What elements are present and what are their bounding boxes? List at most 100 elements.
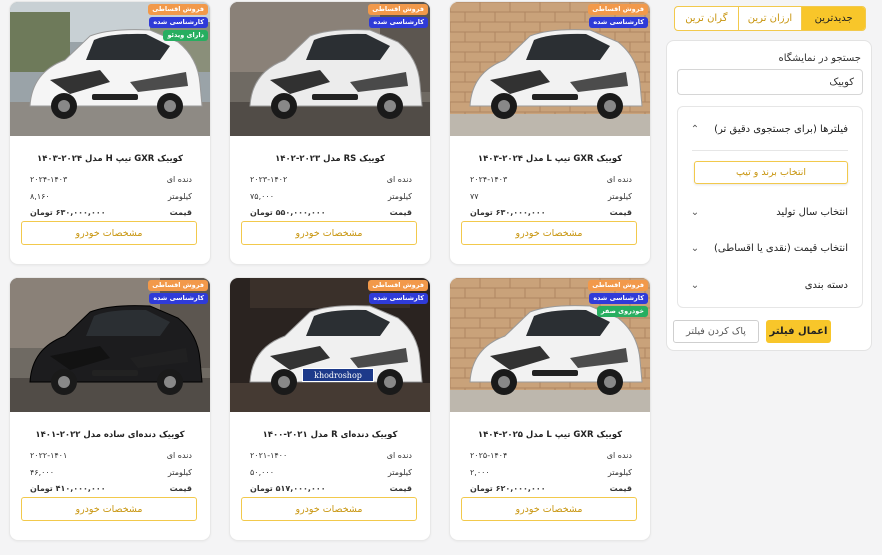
car-card[interactable]: فروش اقساطی کارشناسی شده کوییک GXR تیپ L … [450,2,650,264]
spec-row-mileage: کیلومتر ۷۷ [470,190,632,202]
year-value: ۲۰۲۱-۱۴۰۰ [250,450,288,460]
spec-row-price: قیمت ۶۲۰,۰۰۰,۰۰۰ تومان [470,482,632,494]
mileage-label: کیلومتر [167,467,192,477]
car-card[interactable]: فروش اقساطی کارشناسی شده دارای ویدئو کوییک… [10,2,210,264]
badge-stack: فروش اقساطی کارشناسی شده دارای ویدئو [148,4,208,41]
category-filter-label: دسته بندی [804,279,848,291]
car-card[interactable]: فروش اقساطی کارشناسی شده کوییک RS مدل ۲۰۲… [230,2,430,264]
mileage-label: کیلومتر [607,467,632,477]
gearbox-label: دنده ای [606,450,632,460]
year-value: ۲۰۲۴-۱۴۰۳ [470,174,508,184]
spec-row-mileage: کیلومتر ۸,۱۶۰ [30,190,192,202]
mileage-value: ۲,۰۰۰ [470,467,490,477]
category-filter-toggle[interactable]: دسته بندی ⌄ [690,277,848,293]
sort-tabs: جدیدترین ارزان ترین گران ترین [674,6,866,31]
filters-box: فیلترها (برای جستجوی دقیق تر) ⌃ انتخاب ب… [677,106,863,308]
car-photo[interactable]: فروش اقساطی کارشناسی شده دارای ویدئو [10,2,210,136]
select-brand-button[interactable]: انتخاب برند و تیپ [694,161,848,184]
car-photo[interactable]: khodroshop فروش اقساطی کارشناسی شده [230,278,430,412]
mileage-label: کیلومتر [167,191,192,201]
car-details-button[interactable]: مشخصات خودرو [21,497,197,521]
installment-badge: فروش اقساطی [148,280,208,291]
car-title: کوییک GXR تیپ L مدل ۲۰۲۴-۱۴۰۳ [477,154,623,164]
price-value: ۵۱۷,۰۰۰,۰۰۰ تومان [250,483,326,493]
search-input[interactable] [677,69,863,95]
car-details-button[interactable]: مشخصات خودرو [461,497,637,521]
inspected-badge: کارشناسی شده [589,17,648,28]
spec-row-price: قیمت ۶۳۰,۰۰۰,۰۰۰ تومان [30,206,192,218]
price-label: قیمت [609,483,632,493]
extra-badge: دارای ویدئو [163,30,208,41]
price-label: قیمت [169,483,192,493]
sort-tab-most-expensive[interactable]: گران ترین [675,7,738,30]
filters-toggle[interactable]: فیلترها (برای جستجوی دقیق تر) ⌃ [690,121,848,137]
spec-row-gearbox: دنده ای ۲۰۲۱-۱۴۰۰ [250,449,412,461]
badge-stack: فروش اقساطی کارشناسی شده [368,4,428,28]
year-value: ۲۰۲۴-۱۴۰۳ [30,174,68,184]
price-label: قیمت [389,207,412,217]
gearbox-label: دنده ای [386,450,412,460]
car-card[interactable]: khodroshop فروش اقساطی کارشناسی شده کوییک… [230,278,430,540]
mileage-value: ۷۷ [470,191,479,201]
year-value: ۲۰۲۵-۱۴۰۴ [470,450,508,460]
price-value: ۶۳۰,۰۰۰,۰۰۰ تومان [470,207,546,217]
sort-tab-cheapest[interactable]: ارزان ترین [737,7,802,30]
installment-badge: فروش اقساطی [368,4,428,15]
car-title: کوییک دنده‌ای ساده مدل ۲۰۲۲-۱۴۰۱ [35,430,185,440]
clear-filter-button[interactable]: پاک کردن فیلتر [673,320,759,343]
mileage-value: ۴۶,۰۰۰ [30,467,55,477]
mileage-label: کیلومتر [607,191,632,201]
inspected-badge: کارشناسی شده [149,17,208,28]
price-value: ۵۵۰,۰۰۰,۰۰۰ تومان [250,207,326,217]
car-photo[interactable]: فروش اقساطی کارشناسی شده [230,2,430,136]
spec-row-price: قیمت ۴۱۰,۰۰۰,۰۰۰ تومان [30,482,192,494]
car-details-button[interactable]: مشخصات خودرو [241,497,417,521]
installment-badge: فروش اقساطی [368,280,428,291]
spec-row-gearbox: دنده ای ۲۰۲۴-۱۴۰۳ [470,173,632,185]
dealer-watermark: khodroshop [314,371,362,380]
price-value: ۶۳۰,۰۰۰,۰۰۰ تومان [30,207,106,217]
chevron-down-icon: ⌄ [690,206,700,218]
price-value: ۴۱۰,۰۰۰,۰۰۰ تومان [30,483,106,493]
price-label: قیمت [169,207,192,217]
inspected-badge: کارشناسی شده [369,293,428,304]
car-photo[interactable]: فروش اقساطی کارشناسی شده [10,278,210,412]
inspected-badge: کارشناسی شده [149,293,208,304]
price-value: ۶۲۰,۰۰۰,۰۰۰ تومان [470,483,546,493]
sort-tab-newest[interactable]: جدیدترین [801,7,865,30]
car-details-button[interactable]: مشخصات خودرو [461,221,637,245]
inspected-badge: کارشناسی شده [369,17,428,28]
installment-badge: فروش اقساطی [148,4,208,15]
car-photo[interactable]: فروش اقساطی کارشناسی شده [450,2,650,136]
car-photo[interactable]: فروش اقساطی کارشناسی شده خودروی صفر [450,278,650,412]
car-card[interactable]: فروش اقساطی کارشناسی شده خودروی صفر کوییک … [450,278,650,540]
chevron-down-icon: ⌄ [690,279,700,291]
badge-stack: فروش اقساطی کارشناسی شده [588,4,648,28]
installment-badge: فروش اقساطی [588,280,648,291]
spec-row-price: قیمت ۵۵۰,۰۰۰,۰۰۰ تومان [250,206,412,218]
installment-badge: فروش اقساطی [588,4,648,15]
car-details-button[interactable]: مشخصات خودرو [21,221,197,245]
apply-filter-button[interactable]: اعمال فیلتر [766,320,831,343]
chevron-up-icon: ⌃ [690,123,700,135]
price-label: قیمت [609,207,632,217]
car-details-button[interactable]: مشخصات خودرو [241,221,417,245]
price-label: قیمت [389,483,412,493]
mileage-value: ۸,۱۶۰ [30,191,50,201]
price-filter-toggle[interactable]: انتخاب قیمت (نقدی یا اقساطی) ⌄ [690,240,848,256]
car-title: کوییک GXR تیپ H مدل ۲۰۲۴-۱۴۰۳ [37,154,183,164]
year-value: ۲۰۲۲-۱۴۰۱ [30,450,68,460]
car-card[interactable]: فروش اقساطی کارشناسی شده کوییک دنده‌ای سا… [10,278,210,540]
filters-title: فیلترها (برای جستجوی دقیق تر) [714,123,848,135]
spec-row-mileage: کیلومتر ۷۵,۰۰۰ [250,190,412,202]
spec-row-gearbox: دنده ای ۲۰۲۵-۱۴۰۴ [470,449,632,461]
mileage-label: کیلومتر [387,467,412,477]
badge-stack: فروش اقساطی کارشناسی شده [368,280,428,304]
year-filter-toggle[interactable]: انتخاب سال تولید ⌄ [690,204,848,220]
spec-row-mileage: کیلومتر ۲,۰۰۰ [470,466,632,478]
mileage-label: کیلومتر [387,191,412,201]
inspected-badge: کارشناسی شده [589,293,648,304]
extra-badge: خودروی صفر [596,306,648,317]
gearbox-label: دنده ای [166,450,192,460]
spec-row-gearbox: دنده ای ۲۰۲۲-۱۴۰۱ [30,449,192,461]
